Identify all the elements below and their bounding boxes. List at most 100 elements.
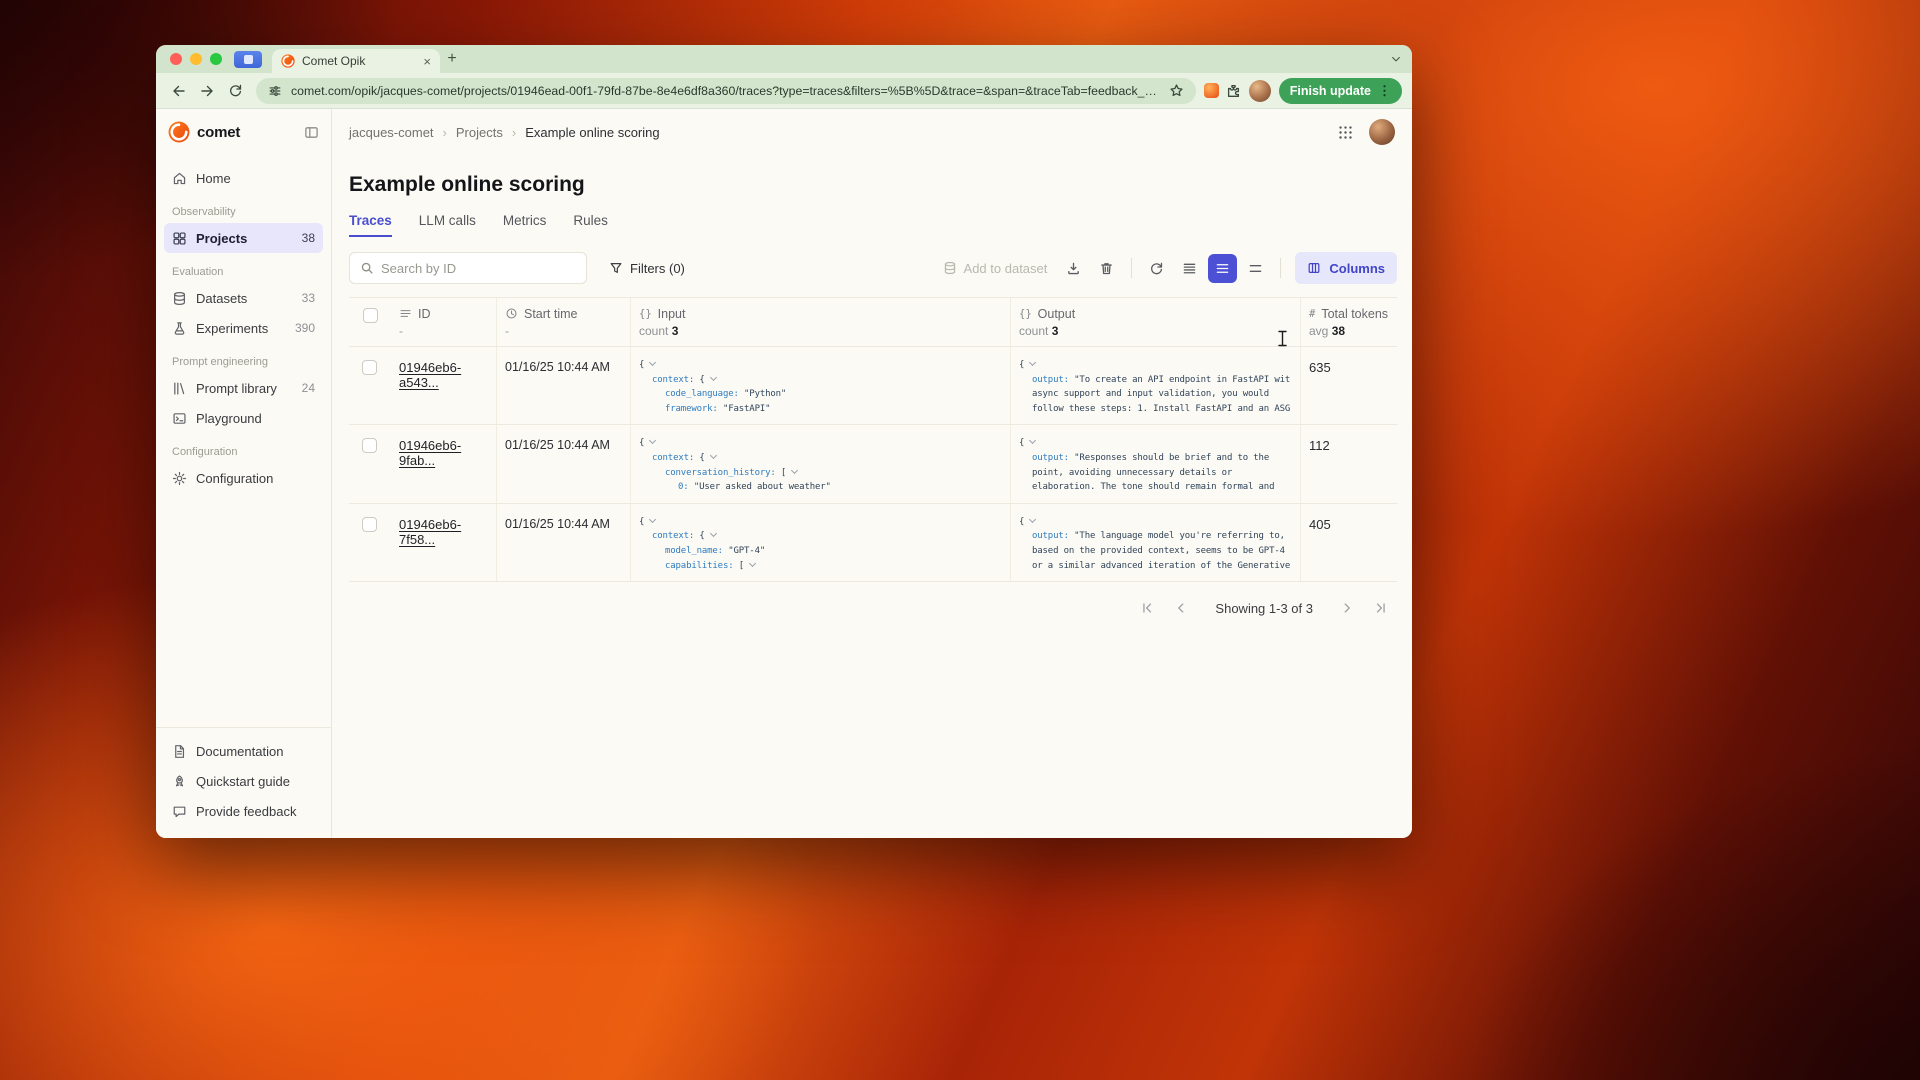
sidebar-collapse-icon[interactable] <box>304 125 319 140</box>
search-input[interactable] <box>381 261 576 276</box>
json-line: output: "The language model you're refer… <box>1019 529 1290 544</box>
search-box[interactable] <box>349 252 587 284</box>
next-page-button[interactable] <box>1333 594 1361 622</box>
last-page-button[interactable] <box>1367 594 1395 622</box>
browser-menu-icon[interactable]: ⋮ <box>1378 83 1391 99</box>
expand-chevron-icon[interactable] <box>649 437 656 444</box>
sidebar-item-documentation[interactable]: Documentation <box>164 736 323 766</box>
sidebar-item-configuration[interactable]: Configuration <box>164 463 323 493</box>
row-height-small-button[interactable] <box>1175 254 1204 283</box>
json-value: { <box>699 453 704 463</box>
sidebar-item-quickstart-guide[interactable]: Quickstart guide <box>164 766 323 796</box>
column-subtext: count 3 <box>639 324 1002 339</box>
table-body: 01946eb6-a543...01/16/25 10:44 AM{contex… <box>349 347 1397 582</box>
json-line: conversation_history: [ <box>639 466 1000 481</box>
tab-strip-menu-icon[interactable] <box>1390 53 1402 65</box>
tab-close-icon[interactable]: × <box>423 55 431 68</box>
expand-chevron-icon[interactable] <box>710 374 717 381</box>
sidebar-item-provide-feedback[interactable]: Provide feedback <box>164 796 323 826</box>
table-row: 01946eb6-7f58...01/16/25 10:44 AM{contex… <box>349 504 1397 582</box>
sidebar-item-datasets[interactable]: Datasets33 <box>164 283 323 313</box>
window-controls <box>170 53 222 65</box>
finish-update-label: Finish update <box>1290 84 1371 98</box>
json-value: "The language model you're referring to, <box>1074 531 1285 541</box>
window-zoom-button[interactable] <box>210 53 222 65</box>
rocket-icon <box>172 774 187 789</box>
expand-chevron-icon[interactable] <box>1029 437 1036 444</box>
address-bar[interactable]: comet.com/opik/jacques-comet/projects/01… <box>256 78 1196 104</box>
row-height-large-button[interactable] <box>1241 254 1270 283</box>
apps-grid-icon[interactable] <box>1338 125 1353 140</box>
column-subtext: - <box>505 324 622 339</box>
delete-button[interactable] <box>1092 254 1121 283</box>
columns-button[interactable]: Columns <box>1295 252 1397 284</box>
refresh-button[interactable] <box>1142 254 1171 283</box>
expand-chevron-icon[interactable] <box>1029 359 1036 366</box>
row-checkbox[interactable] <box>362 360 377 375</box>
tab-rules[interactable]: Rules <box>573 213 608 237</box>
row-height-medium-button[interactable] <box>1208 254 1237 283</box>
first-page-button[interactable] <box>1133 594 1161 622</box>
prev-page-button[interactable] <box>1167 594 1195 622</box>
tab-metrics[interactable]: Metrics <box>503 213 547 237</box>
json-value: or a similar advanced iteration of the G… <box>1032 561 1290 571</box>
json-value: [ <box>781 468 786 478</box>
json-value: { <box>639 517 644 527</box>
json-value: async support and input validation, you … <box>1032 389 1269 399</box>
experiments-icon <box>172 321 187 336</box>
expand-chevron-icon[interactable] <box>1029 516 1036 523</box>
pagination-label: Showing 1-3 of 3 <box>1215 601 1313 616</box>
json-line: { <box>639 436 1000 451</box>
back-button[interactable] <box>166 78 192 104</box>
sidebar-item-label: Datasets <box>196 291 247 306</box>
expand-chevron-icon[interactable] <box>791 467 798 474</box>
select-all-checkbox[interactable] <box>363 308 378 323</box>
expand-chevron-icon[interactable] <box>649 359 656 366</box>
sidebar-item-prompt-library[interactable]: Prompt library24 <box>164 373 323 403</box>
url-text[interactable]: comet.com/opik/jacques-comet/projects/01… <box>291 84 1160 98</box>
doc-icon <box>172 744 187 759</box>
trace-id-link[interactable]: 01946eb6-a543... <box>399 360 461 390</box>
browser-tab[interactable]: Comet Opik × <box>272 49 440 73</box>
trace-id-link[interactable]: 01946eb6-9fab... <box>399 438 461 468</box>
input-cell: {context: {code_language: "Python"framew… <box>631 347 1011 424</box>
filters-button[interactable]: Filters (0) <box>599 252 695 284</box>
bookmark-star-icon[interactable] <box>1169 83 1184 98</box>
browser-window: Comet Opik × + comet <box>156 45 1412 838</box>
tab-traces[interactable]: Traces <box>349 213 392 237</box>
sidebar-item-experiments[interactable]: Experiments390 <box>164 313 323 343</box>
output-cell: {output: "The language model you're refe… <box>1011 504 1301 581</box>
sidebar-item-projects[interactable]: Projects38 <box>164 223 323 253</box>
site-settings-icon[interactable] <box>268 84 282 98</box>
expand-chevron-icon[interactable] <box>710 530 717 537</box>
extensions-puzzle-icon[interactable] <box>1221 78 1247 104</box>
sidebar-item-count: 24 <box>302 381 315 395</box>
extension-icon[interactable] <box>1204 83 1219 98</box>
reload-button[interactable] <box>222 78 248 104</box>
forward-button[interactable] <box>194 78 220 104</box>
output-cell: {output: "Responses should be brief and … <box>1011 425 1301 502</box>
sidebar-item-playground[interactable]: Playground <box>164 403 323 433</box>
expand-chevron-icon[interactable] <box>649 516 656 523</box>
window-close-button[interactable] <box>170 53 182 65</box>
browser-profile-avatar[interactable] <box>1249 80 1271 102</box>
breadcrumb-projects[interactable]: Projects <box>456 125 503 140</box>
input-cell: {context: {conversation_history: [0: "Us… <box>631 425 1011 502</box>
new-tab-button[interactable]: + <box>440 47 464 71</box>
row-checkbox[interactable] <box>362 438 377 453</box>
trace-id-link[interactable]: 01946eb6-7f58... <box>399 517 461 547</box>
tab-group-chip[interactable] <box>234 51 262 68</box>
expand-chevron-icon[interactable] <box>749 559 756 566</box>
row-checkbox[interactable] <box>362 517 377 532</box>
column-header-total-tokens: #Total tokensavg 38 <box>1301 298 1397 346</box>
tab-llm-calls[interactable]: LLM calls <box>419 213 476 237</box>
add-to-dataset-button[interactable]: Add to dataset <box>935 252 1056 284</box>
sidebar-item-home[interactable]: Home <box>164 163 323 193</box>
window-minimize-button[interactable] <box>190 53 202 65</box>
breadcrumb-workspace[interactable]: jacques-comet <box>349 125 434 140</box>
comet-logo-icon[interactable] <box>168 121 190 143</box>
user-avatar[interactable] <box>1369 119 1395 145</box>
finish-update-button[interactable]: Finish update ⋮ <box>1279 78 1402 104</box>
export-button[interactable] <box>1059 254 1088 283</box>
expand-chevron-icon[interactable] <box>710 452 717 459</box>
